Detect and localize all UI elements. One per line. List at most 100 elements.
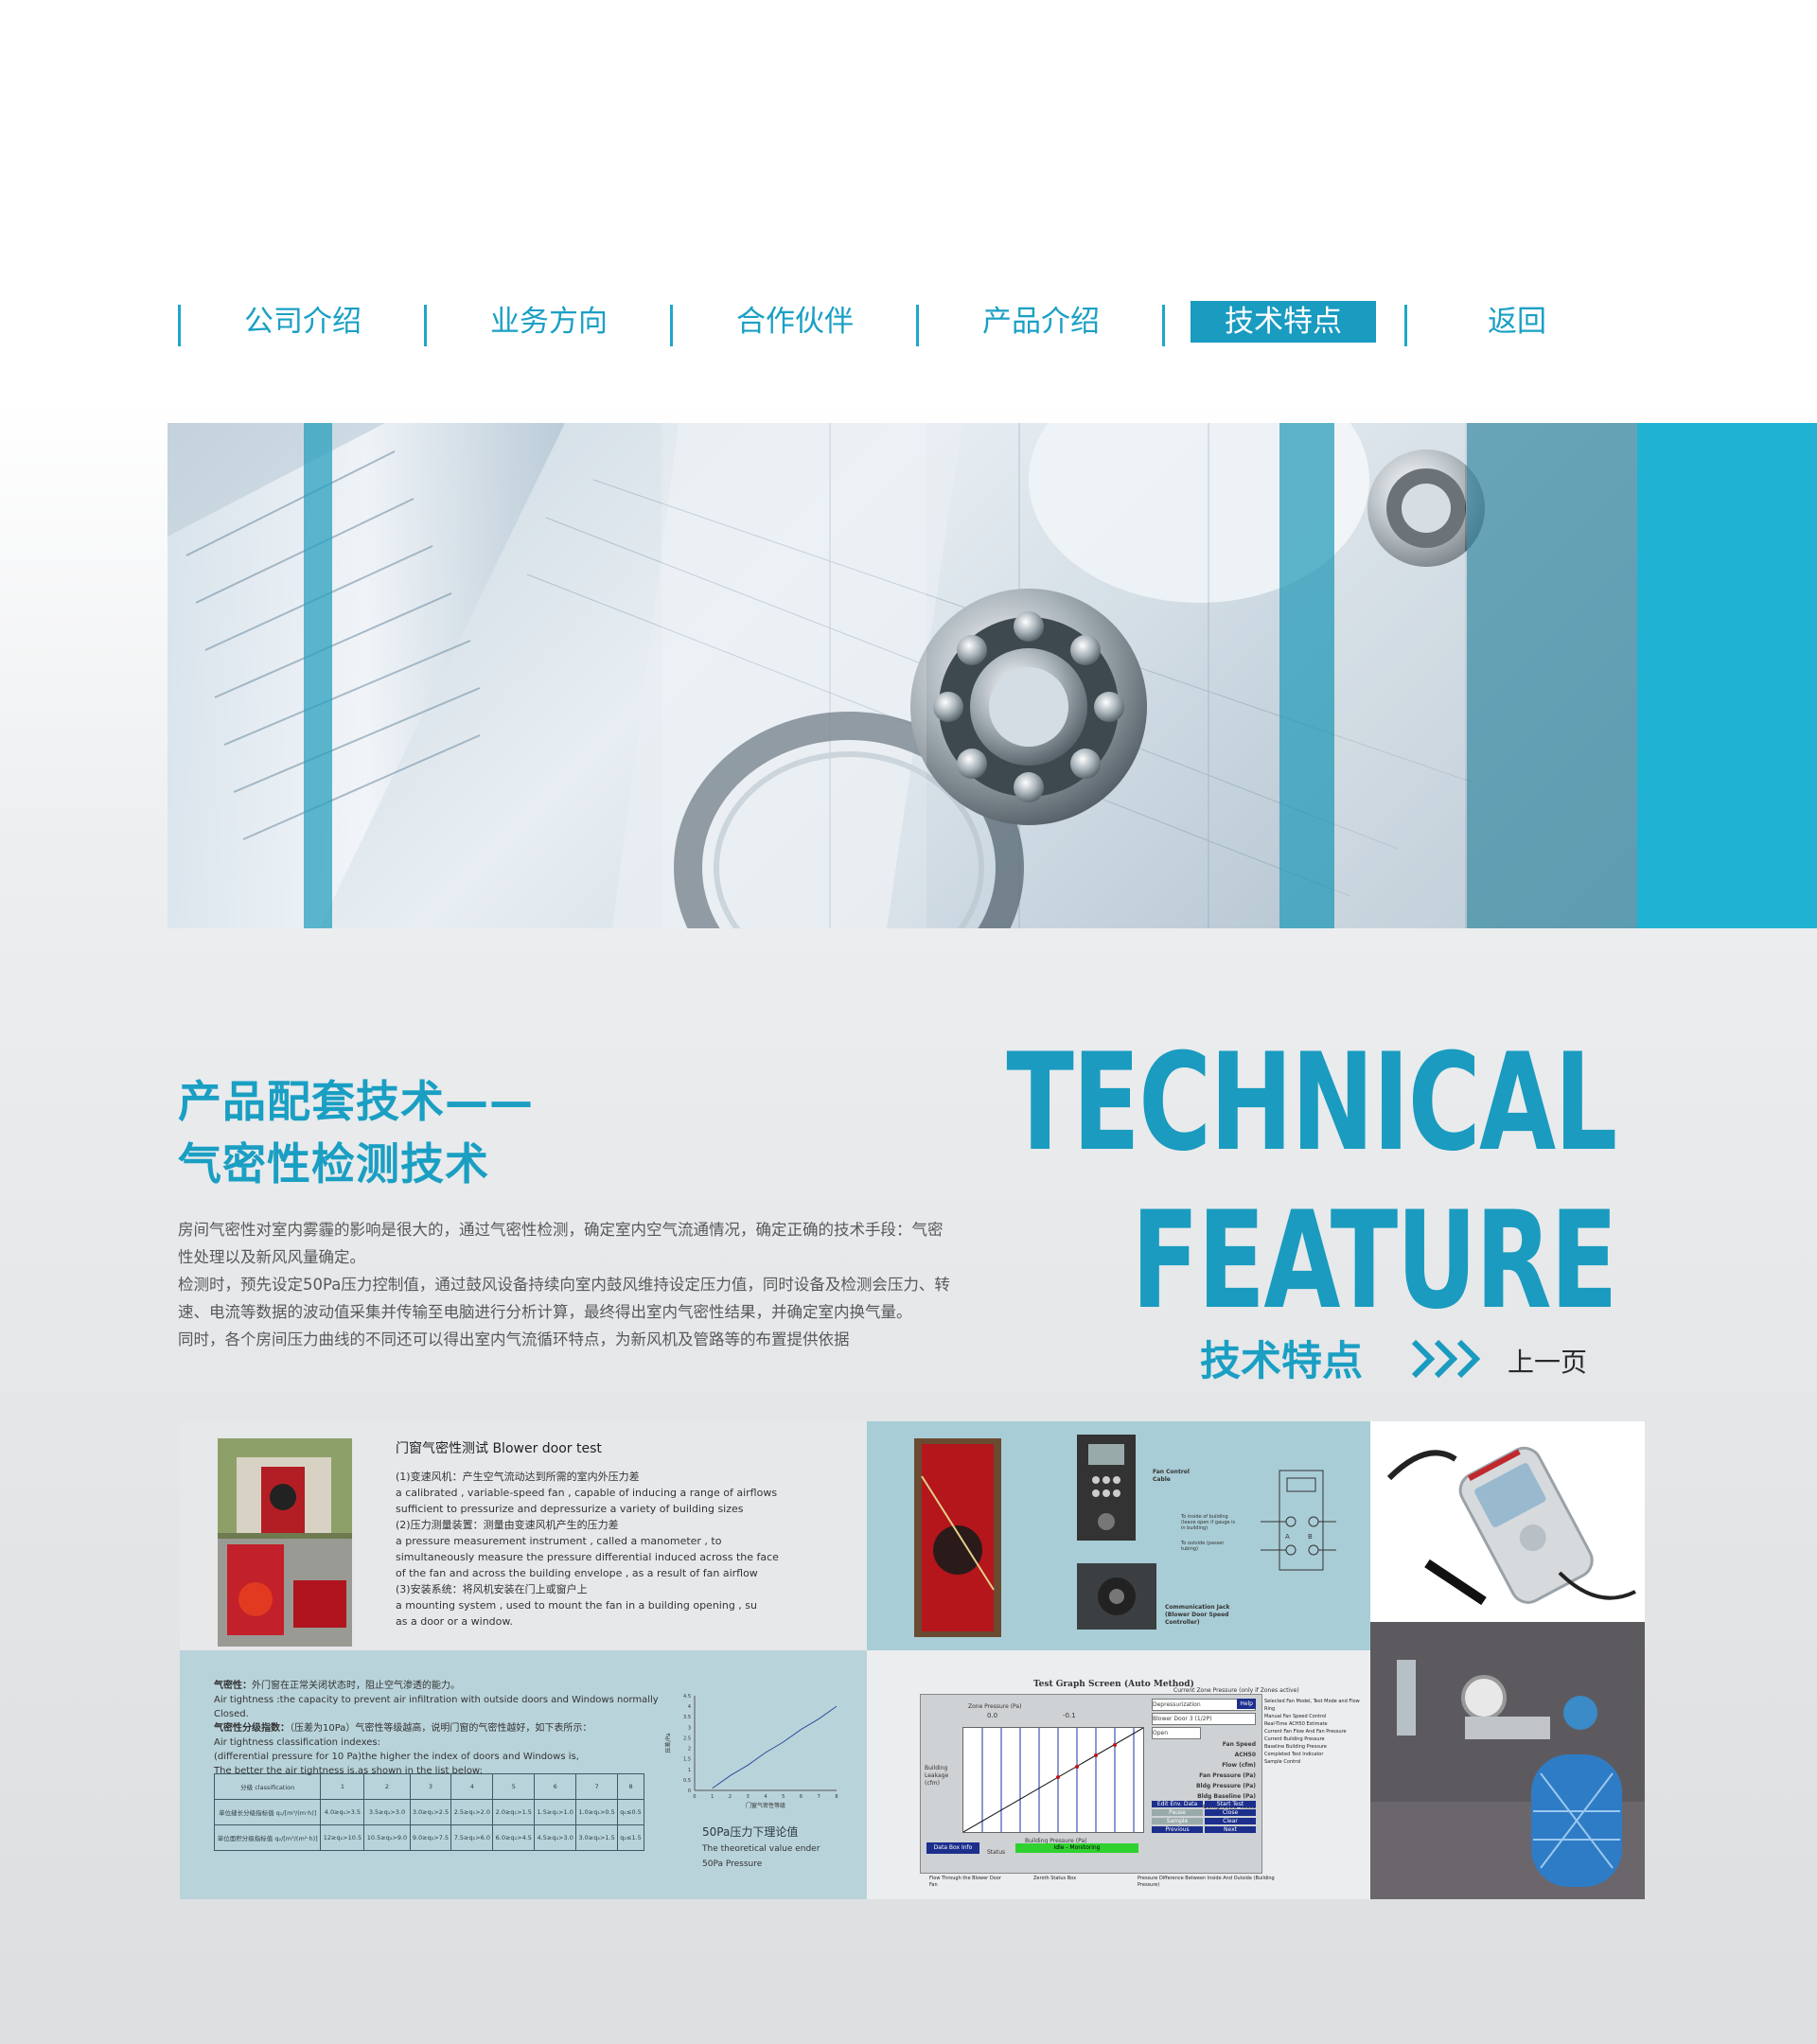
table-cell: 单位面积分级指标值 q₂/[m³/(m²·h)] (213, 1824, 322, 1851)
classification-table: 分级 classification 1 2 3 4 5 6 7 8 单位缝长分级… (213, 1773, 644, 1851)
port-a-label: A (1285, 1533, 1290, 1541)
table-cell: 1.5≥q₁>1.0 (534, 1799, 577, 1825)
nav-business[interactable]: 业务方向 (483, 301, 615, 343)
handheld-meter-photo (1370, 1421, 1645, 1622)
table-cell: 7 (575, 1773, 619, 1800)
hero-banner (168, 423, 1817, 928)
table-cell: 3.0≥q₁>2.5 (409, 1799, 452, 1825)
field-label: Fan Speed (1222, 1741, 1256, 1748)
def-en: Air tightness :the capacity to prevent a… (214, 1695, 659, 1719)
index-en-line: (differential pressure for 10 Pa)the hig… (214, 1752, 579, 1762)
edit-env-button[interactable]: Edit Env. Data (1152, 1801, 1203, 1807)
table-cell: 2.5≥q₁>2.0 (450, 1799, 494, 1825)
settings-column: Depressurization Blower Door 3 (1/2P) Op… (1152, 1699, 1256, 1812)
table-cell: 12≥q₂>10.5 (320, 1824, 365, 1851)
prev-page-link[interactable]: 上一页 (1508, 1342, 1587, 1380)
chart-y-tick-label: 1 (688, 1768, 691, 1773)
previous-button[interactable]: Previous (1152, 1826, 1203, 1833)
main-nav: 公司介绍 业务方向 合作伙伴 产品介绍 技术特点 返回 (178, 301, 1560, 350)
chart-y-tick-label: 3.5 (683, 1715, 691, 1720)
chart-x-tick-label: 2 (729, 1794, 732, 1800)
leakage-graph (962, 1727, 1144, 1833)
nav-company-intro[interactable]: 公司介绍 (237, 301, 369, 343)
chart-x-tick-label: 8 (835, 1794, 838, 1800)
chart-x-tick-label: 5 (782, 1794, 785, 1800)
leakage-axis-label: Building Leakage (cfm) (925, 1765, 949, 1787)
index-en-line: Air tightness classification indexes: (214, 1737, 380, 1748)
table-cell: 6.0≥q₂>4.5 (492, 1824, 536, 1851)
chart-y-tick-label: 0.5 (683, 1778, 691, 1784)
callout: Selected Fan Model, Test Mode and Flow R… (1264, 1699, 1360, 1712)
close-button[interactable]: Close (1205, 1809, 1256, 1816)
text-line: a calibrated , variable-speed fan , capa… (396, 1487, 778, 1499)
gas-cylinder-photo-panel (1370, 1622, 1645, 1899)
chart-subtitle: 50Pa Pressure (702, 1859, 763, 1869)
field-label: ACH50 (1234, 1752, 1256, 1758)
table-header-row: 分级 classification 1 2 3 4 5 6 7 8 (213, 1773, 644, 1800)
callout: Sample Control (1264, 1759, 1301, 1765)
intro-paragraph: 房间气密性对室内雾霾的影响是很大的，通过气密性检测，确定室内空气流通情况，确定正… (178, 1216, 954, 1353)
callout: Completed Test Indicator (1264, 1752, 1324, 1757)
test-graph-screen-panel: Test Graph Screen (Auto Method) Current … (867, 1650, 1370, 1899)
status-bar: Idle - Monitoring (1015, 1843, 1138, 1853)
next-button[interactable]: Next (1205, 1826, 1256, 1833)
big-title-technical: TECHNICAL (1006, 1025, 1618, 1181)
nav-back[interactable]: 返回 (1465, 301, 1569, 343)
callout: Pressure Difference Between Inside And O… (1138, 1876, 1275, 1888)
data-box-info-button[interactable]: Data Box Info (926, 1842, 979, 1854)
speed-controller-image (1077, 1563, 1156, 1630)
status-label: Status (987, 1849, 1006, 1856)
chart-x-tick-label: 3 (747, 1794, 750, 1800)
table-cell: q₁≤0.5 (617, 1799, 644, 1825)
chart-y-tick-label: 3 (688, 1725, 691, 1731)
table-cell: 3 (409, 1773, 452, 1800)
field-label: Flow (cfm) (1222, 1762, 1256, 1769)
section-title-line1: 产品配套技术—— (178, 1076, 534, 1127)
chart-x-tick-label: 0 (693, 1794, 696, 1800)
right-callouts: Selected Fan Model, Test Mode and Flow R… (1264, 1698, 1367, 1766)
callout: Real-Time ACH50 Estimate (1264, 1721, 1328, 1727)
chart-y-tick-label: 1.5 (683, 1757, 691, 1763)
callout: Current Building Pressure (1264, 1736, 1325, 1742)
nav-products[interactable]: 产品介绍 (975, 301, 1107, 343)
communication-jack-label: Communication Jack (Blower Door Speed Co… (1165, 1604, 1230, 1626)
table-cell: 4 (450, 1773, 494, 1800)
chart-y-tick-label: 4 (688, 1704, 691, 1710)
table-cell: 8 (617, 1773, 644, 1800)
help-button[interactable]: Help (1237, 1699, 1256, 1709)
ring-dropdown[interactable]: Open (1152, 1727, 1201, 1739)
nav-divider (1162, 305, 1165, 346)
controller-device-image (1077, 1435, 1136, 1541)
callout: Flow Through the Blower Door Fan (929, 1876, 1001, 1888)
chevron-right-icon (1411, 1339, 1481, 1379)
nav-partners[interactable]: 合作伙伴 (729, 301, 861, 343)
blower-door-photo (218, 1438, 352, 1647)
device-dropdown[interactable]: Blower Door 3 (1/2P) (1152, 1713, 1256, 1725)
chart-x-axis-label: 门窗气密性等级 (746, 1802, 785, 1809)
chart-subtitle: The theoretical value ender (702, 1844, 820, 1854)
nav-divider (1404, 305, 1407, 346)
start-test-button[interactable]: Start Test (1205, 1801, 1256, 1807)
fan-control-label: Fan Control Cable (1153, 1469, 1190, 1483)
table-cell: 5 (492, 1773, 536, 1800)
nav-divider (916, 305, 919, 346)
text-line: sufficient to pressurize and depressuriz… (396, 1503, 744, 1515)
nav-tech-features[interactable]: 技术特点 (1191, 301, 1376, 343)
pause-button[interactable]: Pause (1152, 1809, 1203, 1816)
clear-button[interactable]: Clear (1205, 1818, 1256, 1824)
table-cell: 3.5≥q₁>3.0 (363, 1799, 411, 1825)
port-b-label: B (1308, 1533, 1313, 1541)
gas-cylinder-photo (1370, 1622, 1645, 1899)
nav-divider (178, 305, 181, 346)
text-line: a mounting system , used to mount the fa… (396, 1599, 757, 1612)
chart-x-tick-label: 7 (818, 1794, 820, 1800)
callout: Current Fan Flow And Fan Pressure (1264, 1729, 1347, 1735)
field-label: Bldg Pressure (Pa) (1195, 1783, 1256, 1789)
door-install-photo (914, 1438, 1001, 1637)
blower-door-description: (1)变速风机：产生空气流动达到所需的室内外压力差 a calibrated ,… (396, 1469, 812, 1630)
table-cell: 1 (320, 1773, 365, 1800)
sample-button[interactable]: Sample (1152, 1818, 1203, 1824)
intro-line: 房间气密性对室内雾霾的影响是很大的，通过气密性检测，确定室内空气流通情况，确定正… (178, 1221, 944, 1239)
table-cell: 单位缝长分级指标值 q₁/[m³/(m·h)] (213, 1799, 322, 1825)
table-cell: 9.0≥q₂>7.5 (409, 1824, 452, 1851)
